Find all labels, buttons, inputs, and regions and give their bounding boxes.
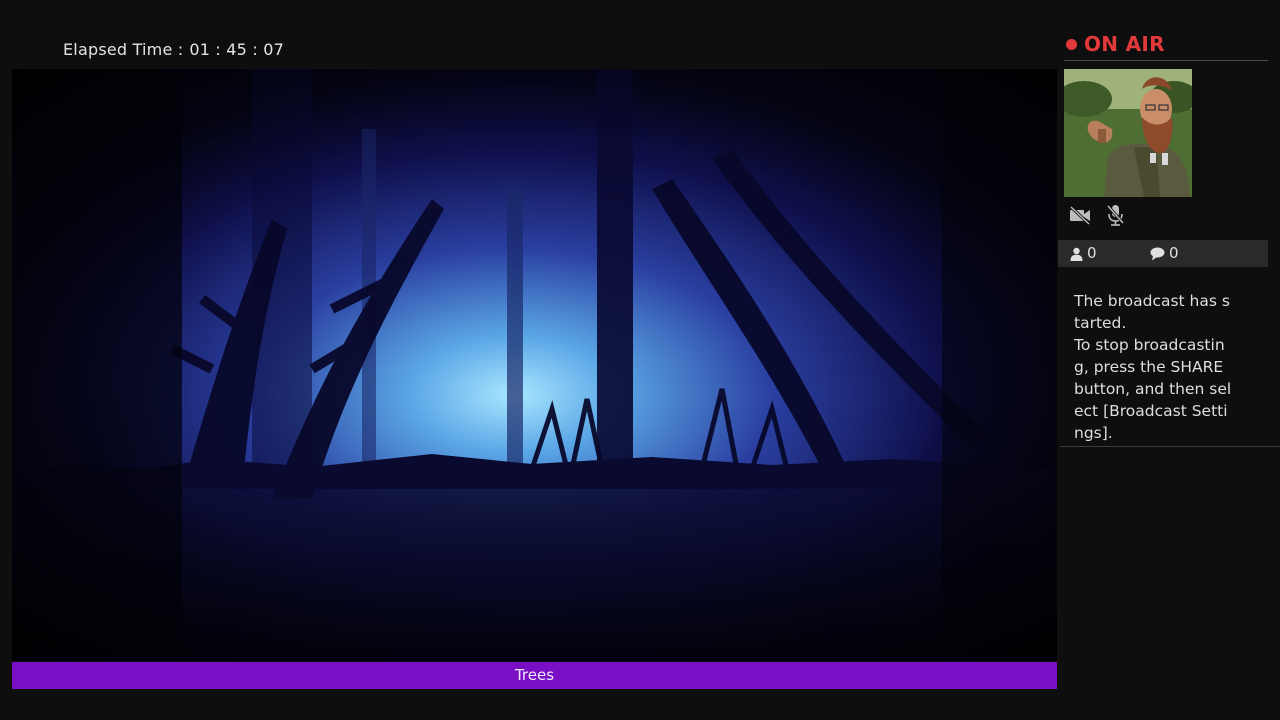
elapsed-time-value: 01 : 45 : 07 <box>189 40 284 59</box>
on-air-indicator: ON AIR <box>1064 32 1268 61</box>
speech-bubble-icon <box>1150 247 1165 260</box>
mic-off-icon[interactable] <box>1104 204 1128 226</box>
live-dot-icon <box>1066 39 1077 50</box>
comments-count-value: 0 <box>1169 244 1179 262</box>
on-air-label: ON AIR <box>1084 32 1165 56</box>
elapsed-time-label: Elapsed Time : <box>63 40 184 59</box>
person-icon <box>1070 247 1083 261</box>
ps4-broadcast-screen: Elapsed Time : 01 : 45 : 07 Trees ON AIR … <box>0 0 1280 720</box>
elapsed-time: Elapsed Time : 01 : 45 : 07 <box>63 40 284 59</box>
broadcast-stats: 0 0 <box>1058 240 1268 267</box>
viewers-count: 0 <box>1070 240 1097 267</box>
camera-preview <box>1064 69 1192 197</box>
camera-off-icon[interactable] <box>1068 204 1092 226</box>
broadcast-panel: ON AIR 0 0 The broadcast has started. To… <box>1058 0 1280 720</box>
subtitle-bar: Trees <box>12 662 1057 689</box>
stream-controls <box>1068 204 1128 226</box>
comments-count: 0 <box>1150 240 1179 267</box>
broadcast-message-line1: The broadcast has started. <box>1074 292 1230 332</box>
broadcast-message: The broadcast has started. To stop broad… <box>1074 290 1234 444</box>
message-divider <box>1060 446 1280 447</box>
game-view <box>12 69 1057 661</box>
viewers-count-value: 0 <box>1087 244 1097 262</box>
broadcast-message-line2: To stop broadcasting, press the SHARE bu… <box>1074 336 1232 442</box>
streamer-avatar <box>1064 69 1192 197</box>
forest-scene <box>12 69 1057 661</box>
